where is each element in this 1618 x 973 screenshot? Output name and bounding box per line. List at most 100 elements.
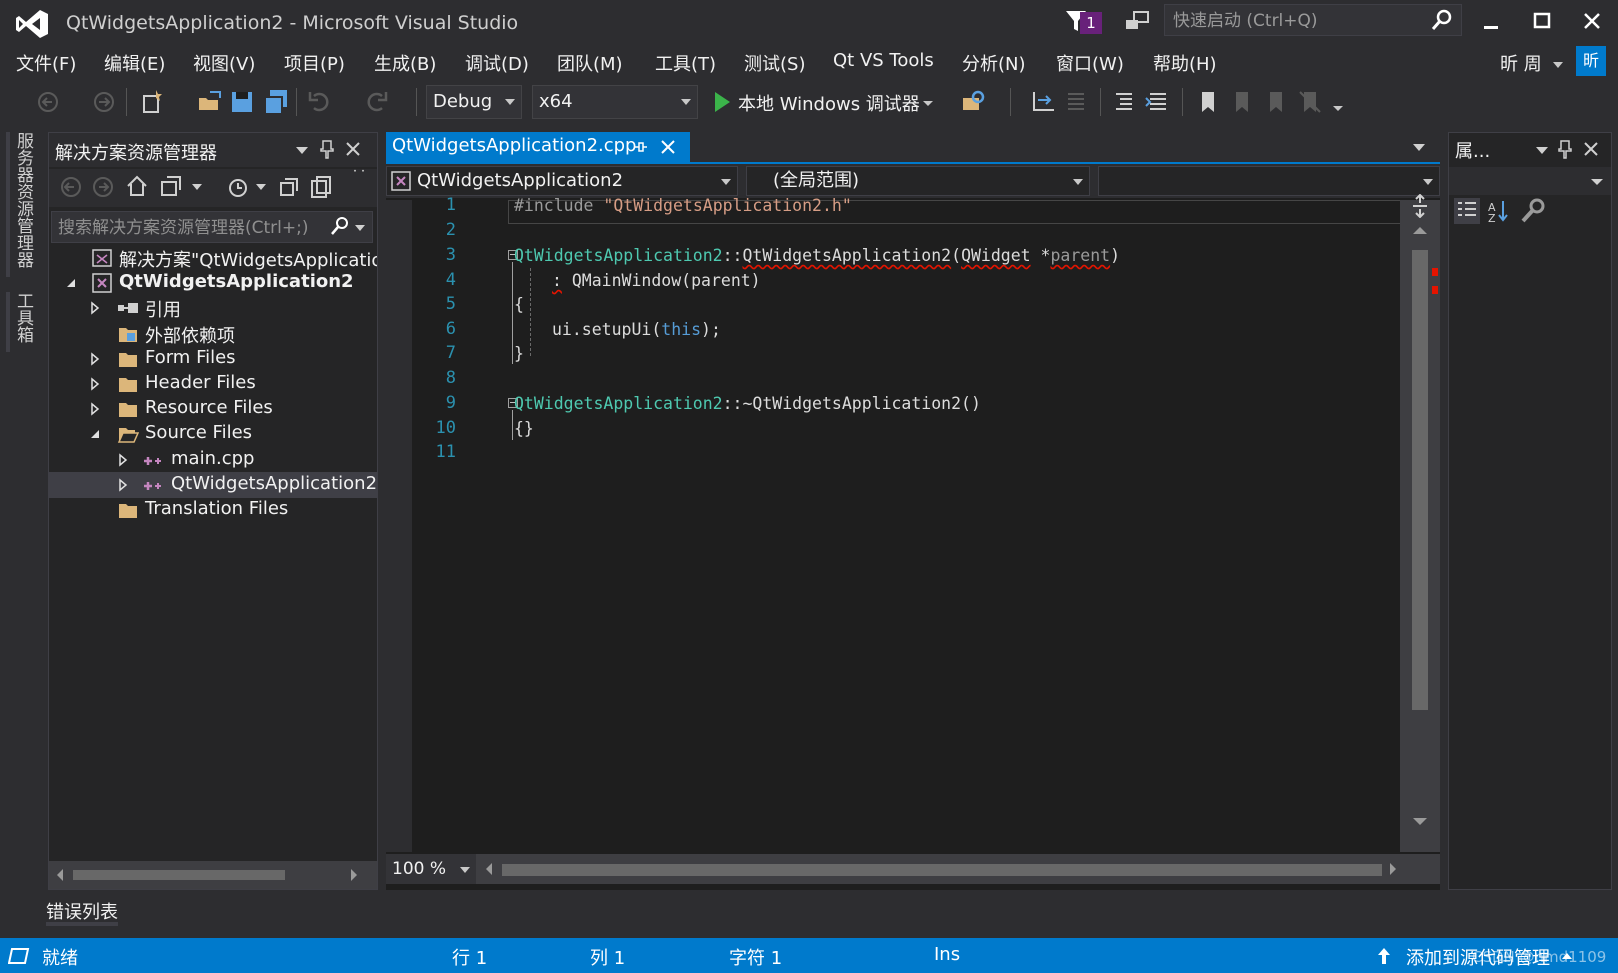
navigate-forward-icon[interactable]	[90, 88, 118, 116]
step-into-icon[interactable]	[1030, 88, 1058, 116]
categorized-icon[interactable]	[1453, 197, 1481, 225]
scroll-left-icon[interactable]	[55, 868, 65, 882]
chevron-down-icon[interactable]	[255, 181, 267, 193]
code-view[interactable]: 1 2 3 4 5 6 7 8 9 10 11 #include "QtWidg…	[386, 194, 1440, 852]
menu-project[interactable]: 项目(P)	[284, 50, 345, 76]
pin-icon[interactable]	[319, 139, 335, 159]
vertical-scrollbar[interactable]	[1400, 194, 1440, 852]
scroll-right-icon[interactable]	[349, 868, 359, 882]
menu-build[interactable]: 生成(B)	[374, 50, 436, 76]
collapsed-arrow-icon[interactable]	[115, 474, 131, 496]
back-icon[interactable]	[59, 175, 83, 199]
tree-item[interactable]: 引用	[49, 295, 377, 321]
switch-views-icon[interactable]	[159, 174, 183, 198]
alphabetical-icon[interactable]: AZ	[1485, 197, 1513, 225]
chevron-down-icon[interactable]	[1535, 143, 1549, 157]
comment-lines-icon[interactable]	[1110, 88, 1138, 116]
minimize-button[interactable]	[1470, 6, 1510, 36]
menu-qt-vs-tools[interactable]: Qt VS Tools	[833, 50, 934, 71]
menu-team[interactable]: 团队(M)	[557, 50, 623, 76]
navigate-back-icon[interactable]	[36, 88, 64, 116]
tree-item[interactable]: QtWidgetsApplication2	[49, 270, 377, 296]
menu-test[interactable]: 测试(S)	[744, 50, 805, 76]
save-all-icon[interactable]	[262, 88, 290, 116]
scroll-left-icon[interactable]	[484, 862, 494, 876]
quick-launch-box[interactable]	[1164, 4, 1462, 36]
tree-item[interactable]: Resource Files	[49, 396, 377, 422]
menu-help[interactable]: 帮助(H)	[1153, 50, 1217, 76]
clear-bookmarks-icon[interactable]	[1296, 88, 1324, 116]
menu-analyze[interactable]: 分析(N)	[962, 50, 1026, 76]
menu-tools[interactable]: 工具(T)	[655, 50, 716, 76]
status-char[interactable]: 字符 1	[729, 944, 782, 970]
close-tab-icon[interactable]	[660, 139, 676, 155]
tree-item[interactable]: 外部依赖项	[49, 321, 377, 347]
server-explorer-tab[interactable]: 服务器资源管理器	[13, 132, 36, 277]
open-file-icon[interactable]	[196, 88, 224, 116]
collapse-all-icon[interactable]	[277, 175, 301, 199]
pin-icon[interactable]	[1557, 139, 1573, 159]
quick-launch-input[interactable]	[1171, 7, 1425, 35]
solution-search-input[interactable]	[56, 214, 330, 242]
menu-window[interactable]: 窗口(W)	[1056, 50, 1124, 76]
document-tab[interactable]: QtWidgetsApplication2.cpp	[386, 132, 690, 162]
maximize-button[interactable]	[1522, 6, 1562, 36]
redo-icon[interactable]	[362, 88, 390, 116]
save-icon[interactable]	[228, 88, 256, 116]
scrollbar-thumb[interactable]	[1412, 250, 1428, 710]
member-nav-dropdown[interactable]	[1098, 166, 1440, 196]
uncomment-lines-icon[interactable]	[1144, 88, 1172, 116]
notification-badge[interactable]: 1	[1080, 12, 1102, 34]
platform-dropdown[interactable]: x64	[532, 85, 698, 119]
properties-object-selector[interactable]	[1449, 167, 1611, 195]
error-list-tab[interactable]: 错误列表	[46, 898, 118, 924]
close-icon[interactable]	[345, 141, 361, 157]
new-project-icon[interactable]	[138, 88, 166, 116]
avatar[interactable]: 昕	[1576, 46, 1606, 76]
scroll-up-icon[interactable]	[1412, 224, 1428, 236]
collapsed-arrow-icon[interactable]	[115, 449, 131, 471]
chevron-down-icon[interactable]	[295, 143, 309, 157]
tree-item[interactable]: Source Files	[49, 421, 377, 447]
start-debugging-button[interactable]: 本地 Windows 调试器	[738, 90, 920, 116]
tree-item[interactable]: Form Files	[49, 346, 377, 372]
status-line[interactable]: 行 1	[452, 944, 487, 970]
format-document-icon[interactable]	[1062, 88, 1090, 116]
menu-debug[interactable]: 调试(D)	[465, 50, 529, 76]
toolbar-overflow-icon[interactable]	[1330, 88, 1346, 116]
configuration-dropdown[interactable]: Debug	[426, 85, 522, 119]
toolbox-tab[interactable]: 工具箱	[13, 292, 36, 352]
scrollbar-thumb[interactable]	[502, 864, 1382, 876]
collapsed-arrow-icon[interactable]	[87, 373, 103, 395]
close-window-button[interactable]	[1572, 6, 1612, 36]
search-icon[interactable]	[1431, 9, 1453, 31]
bookmark-icon[interactable]	[1194, 88, 1222, 116]
tree-item[interactable]: main.cpp	[49, 447, 377, 473]
feedback-icon[interactable]	[1124, 10, 1150, 34]
scope-nav-dropdown[interactable]: (全局范围)	[746, 166, 1090, 196]
more-icon[interactable]: ˙˙	[351, 167, 367, 186]
collapsed-arrow-icon[interactable]	[87, 398, 103, 420]
menu-edit[interactable]: 编辑(E)	[104, 50, 165, 76]
menu-view[interactable]: 视图(V)	[193, 50, 255, 76]
start-debugging-icon[interactable]	[708, 88, 736, 116]
show-all-files-icon[interactable]	[309, 175, 333, 199]
chevron-down-icon[interactable]	[1552, 54, 1564, 74]
output-window-icon[interactable]	[8, 946, 30, 966]
error-marker[interactable]	[1432, 268, 1438, 276]
chevron-down-icon[interactable]	[191, 181, 203, 193]
zoom-dropdown[interactable]: 100 %	[386, 854, 476, 884]
next-bookmark-icon[interactable]	[1262, 88, 1290, 116]
status-column[interactable]: 列 1	[590, 944, 625, 970]
chevron-down-icon[interactable]	[920, 88, 936, 116]
scrollbar-thumb[interactable]	[73, 870, 285, 880]
scroll-right-icon[interactable]	[1388, 862, 1398, 876]
property-pages-icon[interactable]	[1519, 197, 1547, 225]
scroll-down-icon[interactable]	[1412, 816, 1428, 828]
tab-list-dropdown-icon[interactable]	[1412, 140, 1426, 154]
search-icon[interactable]	[330, 216, 350, 236]
horizontal-scrollbar[interactable]	[49, 861, 377, 889]
tree-item[interactable]: 解决方案"QtWidgetsApplication2	[49, 245, 377, 271]
tree-item[interactable]: Translation Files	[49, 497, 377, 523]
chevron-down-icon[interactable]	[354, 222, 366, 234]
